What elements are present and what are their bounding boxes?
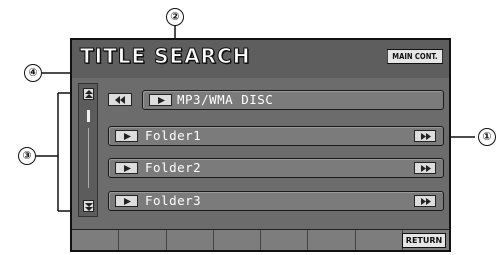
folder-row-2[interactable]: Folder2 xyxy=(108,158,444,178)
bottom-slot-7[interactable] xyxy=(356,230,403,250)
page-title: TITLE SEARCH xyxy=(79,44,251,69)
scrollbar[interactable] xyxy=(78,83,98,217)
scroll-down-button[interactable] xyxy=(83,200,94,212)
bottom-slot-3[interactable] xyxy=(167,230,214,250)
scroll-thumb[interactable] xyxy=(87,110,90,122)
folder2-label: Folder2 xyxy=(145,160,202,175)
folder1-label: Folder1 xyxy=(145,128,202,143)
callout-1: ① xyxy=(478,128,496,146)
disc-label: MP3/WMA DISC xyxy=(177,92,274,107)
folder3-label: Folder3 xyxy=(145,193,202,208)
double-up-arrow-icon xyxy=(85,90,93,98)
bottom-slot-2[interactable] xyxy=(119,230,167,250)
bottom-slot-6[interactable] xyxy=(308,230,356,250)
double-right-arrow-icon xyxy=(421,165,431,172)
double-right-arrow-icon xyxy=(421,133,431,140)
main-cont-button[interactable]: MAIN CONT. xyxy=(386,49,443,64)
back-button[interactable] xyxy=(108,93,132,106)
return-button[interactable]: RETURN xyxy=(402,233,446,248)
bottom-slot-5[interactable] xyxy=(261,230,309,250)
folder2-play-button[interactable] xyxy=(115,162,138,174)
disc-row[interactable]: MP3/WMA DISC xyxy=(142,90,444,110)
folder3-play-button[interactable] xyxy=(115,195,138,207)
double-left-arrow-icon xyxy=(115,96,125,104)
callout-2: ② xyxy=(166,8,184,26)
bottom-button-bar xyxy=(72,229,449,250)
play-icon xyxy=(158,97,165,104)
folder2-open-button[interactable] xyxy=(414,162,436,174)
bottom-slot-4[interactable] xyxy=(214,230,261,250)
callout-4: ④ xyxy=(24,64,42,82)
title-search-screen: TITLE SEARCH MAIN CONT. MP3/WMA DISC Fol… xyxy=(70,38,451,252)
scroll-up-button[interactable] xyxy=(83,88,94,100)
disc-play-button[interactable] xyxy=(149,94,172,106)
callout-3: ③ xyxy=(18,147,36,165)
folder-row-1[interactable]: Folder1 xyxy=(108,126,444,146)
folder-row-3[interactable]: Folder3 xyxy=(108,191,444,211)
play-icon xyxy=(124,165,131,172)
title-bar: TITLE SEARCH MAIN CONT. xyxy=(72,40,449,78)
folder1-open-button[interactable] xyxy=(414,130,436,142)
folder3-open-button[interactable] xyxy=(414,195,436,207)
folder1-play-button[interactable] xyxy=(115,130,138,142)
double-right-arrow-icon xyxy=(421,198,431,205)
play-icon xyxy=(124,133,131,140)
scroll-track[interactable] xyxy=(88,128,89,188)
bottom-slot-1[interactable] xyxy=(72,230,120,250)
play-icon xyxy=(124,198,131,205)
double-down-arrow-icon xyxy=(85,203,93,211)
